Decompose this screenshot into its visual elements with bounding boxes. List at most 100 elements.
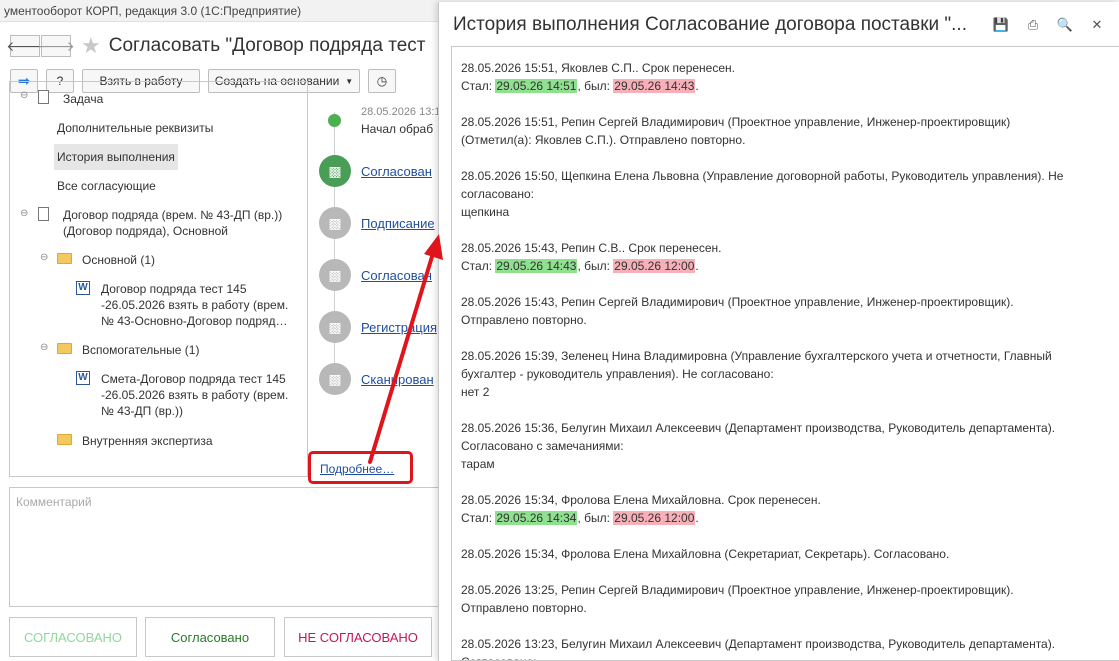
- tree-item-approvers[interactable]: Все согласующие: [57, 178, 156, 194]
- entry-line: Согласовано:: [461, 653, 1116, 660]
- entry-line: 28.05.2026 15:34, Фролова Елена Михайлов…: [461, 547, 950, 561]
- history-entry: 28.05.2026 15:51, Яковлев С.П.. Срок пер…: [461, 59, 1116, 95]
- nav-row: 🡐 🡒 ★ Согласовать "Договор подряда тест: [6, 33, 426, 59]
- doc-line: Смета-Договор подряда тест 145: [101, 372, 286, 386]
- clock-icon: ◷: [376, 74, 388, 88]
- history-entry: 28.05.2026 15:43, Репин Сергей Владимиро…: [461, 293, 1116, 329]
- collapse-toggle-icon[interactable]: ⊖: [20, 90, 28, 101]
- new-date: 29.05.26 14:34: [495, 511, 578, 525]
- stage-link-scanning[interactable]: Сканирован: [361, 372, 434, 387]
- period: .: [695, 511, 699, 525]
- doc-line: Договор подряда тест 145: [101, 282, 247, 296]
- entry-line: Стал: 29.05.26 14:34, был: 29.05.26 12:0…: [461, 509, 1116, 527]
- more-details-link[interactable]: Подробнее…: [320, 462, 394, 476]
- doc-line: № 43-Основно-Договор подряд…: [101, 314, 288, 328]
- history-entry: 28.05.2026 13:25, Репин Сергей Владимиро…: [461, 581, 1116, 617]
- tree-item-task[interactable]: Задача: [63, 91, 103, 107]
- entry-line: (Отметил(а): Яковлев С.П.). Отправлено п…: [461, 133, 746, 147]
- history-entry: 28.05.2026 15:34, Фролова Елена Михайлов…: [461, 545, 1116, 563]
- stage-link-registration[interactable]: Регистрация: [361, 320, 437, 335]
- history-entry: 28.05.2026 13:23, Белугин Михаил Алексее…: [461, 635, 1116, 660]
- comment-field[interactable]: Комментарий: [9, 487, 440, 607]
- entry-line: тарам: [461, 457, 495, 471]
- print-icon: ⎙: [1027, 17, 1039, 32]
- entry-line: Стал: 29.05.26 14:43, был: 29.05.26 12:0…: [461, 257, 1116, 275]
- entry-line: нет 2: [461, 385, 490, 399]
- tree-item-doc1[interactable]: Договор подряда тест 145 -26.05.2026 взят…: [101, 281, 288, 329]
- history-list: 28.05.2026 15:51, Яковлев С.П.. Срок пер…: [451, 46, 1119, 661]
- tree-item-history[interactable]: История выполнения: [54, 144, 178, 170]
- entry-line: щепкина: [461, 205, 510, 219]
- favorite-star-icon[interactable]: ★: [81, 33, 101, 59]
- tree-item-extra[interactable]: Дополнительные реквизиты: [57, 120, 213, 136]
- entry-line: Стал: 29.05.26 14:51, был: 29.05.26 14:4…: [461, 77, 1116, 95]
- entry-line: Отправлено повторно.: [461, 601, 587, 615]
- tree-item-aux-folder[interactable]: Вспомогательные (1): [82, 342, 199, 358]
- history-entry: 28.05.2026 15:51, Репин Сергей Владимиро…: [461, 113, 1116, 149]
- became-label: Стал:: [461, 259, 496, 273]
- history-entry: 28.05.2026 15:43, Репин С.В.. Срок перен…: [461, 239, 1116, 275]
- became-label: Стал:: [461, 79, 496, 93]
- history-entry: 28.05.2026 15:39, Зеленец Нина Владимиро…: [461, 347, 1116, 401]
- stage-link-approval[interactable]: Согласован: [361, 164, 432, 179]
- doc-line: -26.05.2026 взять в работу (врем.: [101, 388, 289, 402]
- entry-line: 28.05.2026 13:23, Белугин Михаил Алексее…: [461, 637, 1056, 651]
- save-button[interactable]: 💾: [989, 16, 1013, 34]
- forward-button[interactable]: 🡒: [37, 35, 75, 57]
- doc-line: -26.05.2026 взять в работу (врем.: [101, 298, 289, 312]
- tree-item-main-folder[interactable]: Основной (1): [82, 252, 155, 268]
- was-label: , был:: [577, 511, 614, 525]
- entry-line: 28.05.2026 15:34, Фролова Елена Михайлов…: [461, 493, 821, 507]
- history-entry: 28.05.2026 15:36, Белугин Михаил Алексее…: [461, 419, 1116, 473]
- entry-line: 28.05.2026 13:25, Репин Сергей Владимиро…: [461, 583, 1014, 597]
- timeline-start-dot: [328, 114, 341, 127]
- entry-line: 28.05.2026 15:43, Репин Сергей Владимиро…: [461, 295, 1014, 309]
- tree-item-contract[interactable]: Договор подряда (врем. № 43-ДП (вр.)) (До…: [63, 207, 282, 239]
- entry-line: 28.05.2026 15:43, Репин С.В.. Срок перен…: [461, 241, 722, 255]
- document-icon: [38, 90, 49, 104]
- tree-item-expert-folder[interactable]: Внутренняя экспертиза: [82, 433, 213, 449]
- entry-line: согласовано:: [461, 187, 534, 201]
- app-root: ументооборот КОРП, редакция 3.0 (1С:Пред…: [0, 0, 1119, 661]
- became-label: Стал:: [461, 511, 496, 525]
- reject-button[interactable]: НЕ СОГЛАСОВАНО: [284, 617, 432, 657]
- stage-link-approval2[interactable]: Согласован: [361, 268, 432, 283]
- was-label: , был:: [577, 259, 614, 273]
- close-button[interactable]: ✕: [1085, 16, 1109, 34]
- clock-button[interactable]: ◷: [368, 69, 396, 93]
- contract-line: Договор подряда (врем. № 43-ДП (вр.)): [63, 208, 283, 222]
- word-document-icon: W: [76, 281, 90, 295]
- old-date: 29.05.26 12:00: [613, 511, 696, 525]
- collapse-toggle-icon[interactable]: ⊖: [40, 252, 48, 263]
- entry-line: 28.05.2026 15:51, Яковлев С.П.. Срок пер…: [461, 61, 735, 75]
- popup-title: История выполнения Согласование договора…: [453, 14, 967, 35]
- new-date: 29.05.26 14:51: [495, 79, 578, 93]
- was-label: , был:: [577, 79, 614, 93]
- stage-registration-icon: ▩: [319, 311, 351, 343]
- signed-document-icon: [38, 207, 49, 221]
- entry-line: Согласовано с замечаниями:: [461, 439, 624, 453]
- print-button[interactable]: ⎙: [1021, 16, 1045, 34]
- old-date: 29.05.26 14:43: [613, 79, 696, 93]
- old-date: 29.05.26 12:00: [613, 259, 696, 273]
- folder-icon: [57, 434, 72, 445]
- entry-line: 28.05.2026 15:36, Белугин Михаил Алексее…: [461, 421, 1056, 435]
- popup-toolbar: 💾 ⎙ 🔍 ✕: [981, 16, 1109, 34]
- folder-icon: [57, 253, 72, 264]
- approve-button[interactable]: Согласовано: [145, 617, 275, 657]
- entry-line: 28.05.2026 15:51, Репин Сергей Владимиро…: [461, 115, 1011, 129]
- preview-icon: 🔍: [1056, 17, 1074, 32]
- tree-item-doc2[interactable]: Смета-Договор подряда тест 145 -26.05.202…: [101, 371, 288, 419]
- approve-caps-button[interactable]: СОГЛАСОВАНО: [9, 617, 137, 657]
- timeline-line: [334, 112, 335, 392]
- dropdown-arrow-icon: ▼: [345, 76, 354, 86]
- preview-button[interactable]: 🔍: [1053, 16, 1077, 34]
- folder-icon: [57, 343, 72, 354]
- stage-link-signing[interactable]: Подписание: [361, 216, 435, 231]
- page-title: Согласовать "Договор подряда тест: [108, 35, 426, 56]
- collapse-toggle-icon[interactable]: ⊖: [40, 342, 48, 353]
- back-button[interactable]: 🡐: [6, 35, 44, 57]
- save-icon: 💾: [992, 17, 1010, 32]
- collapse-toggle-icon[interactable]: ⊖: [20, 208, 28, 219]
- timeline-timestamp: 28.05.2026 13:1: [361, 106, 441, 118]
